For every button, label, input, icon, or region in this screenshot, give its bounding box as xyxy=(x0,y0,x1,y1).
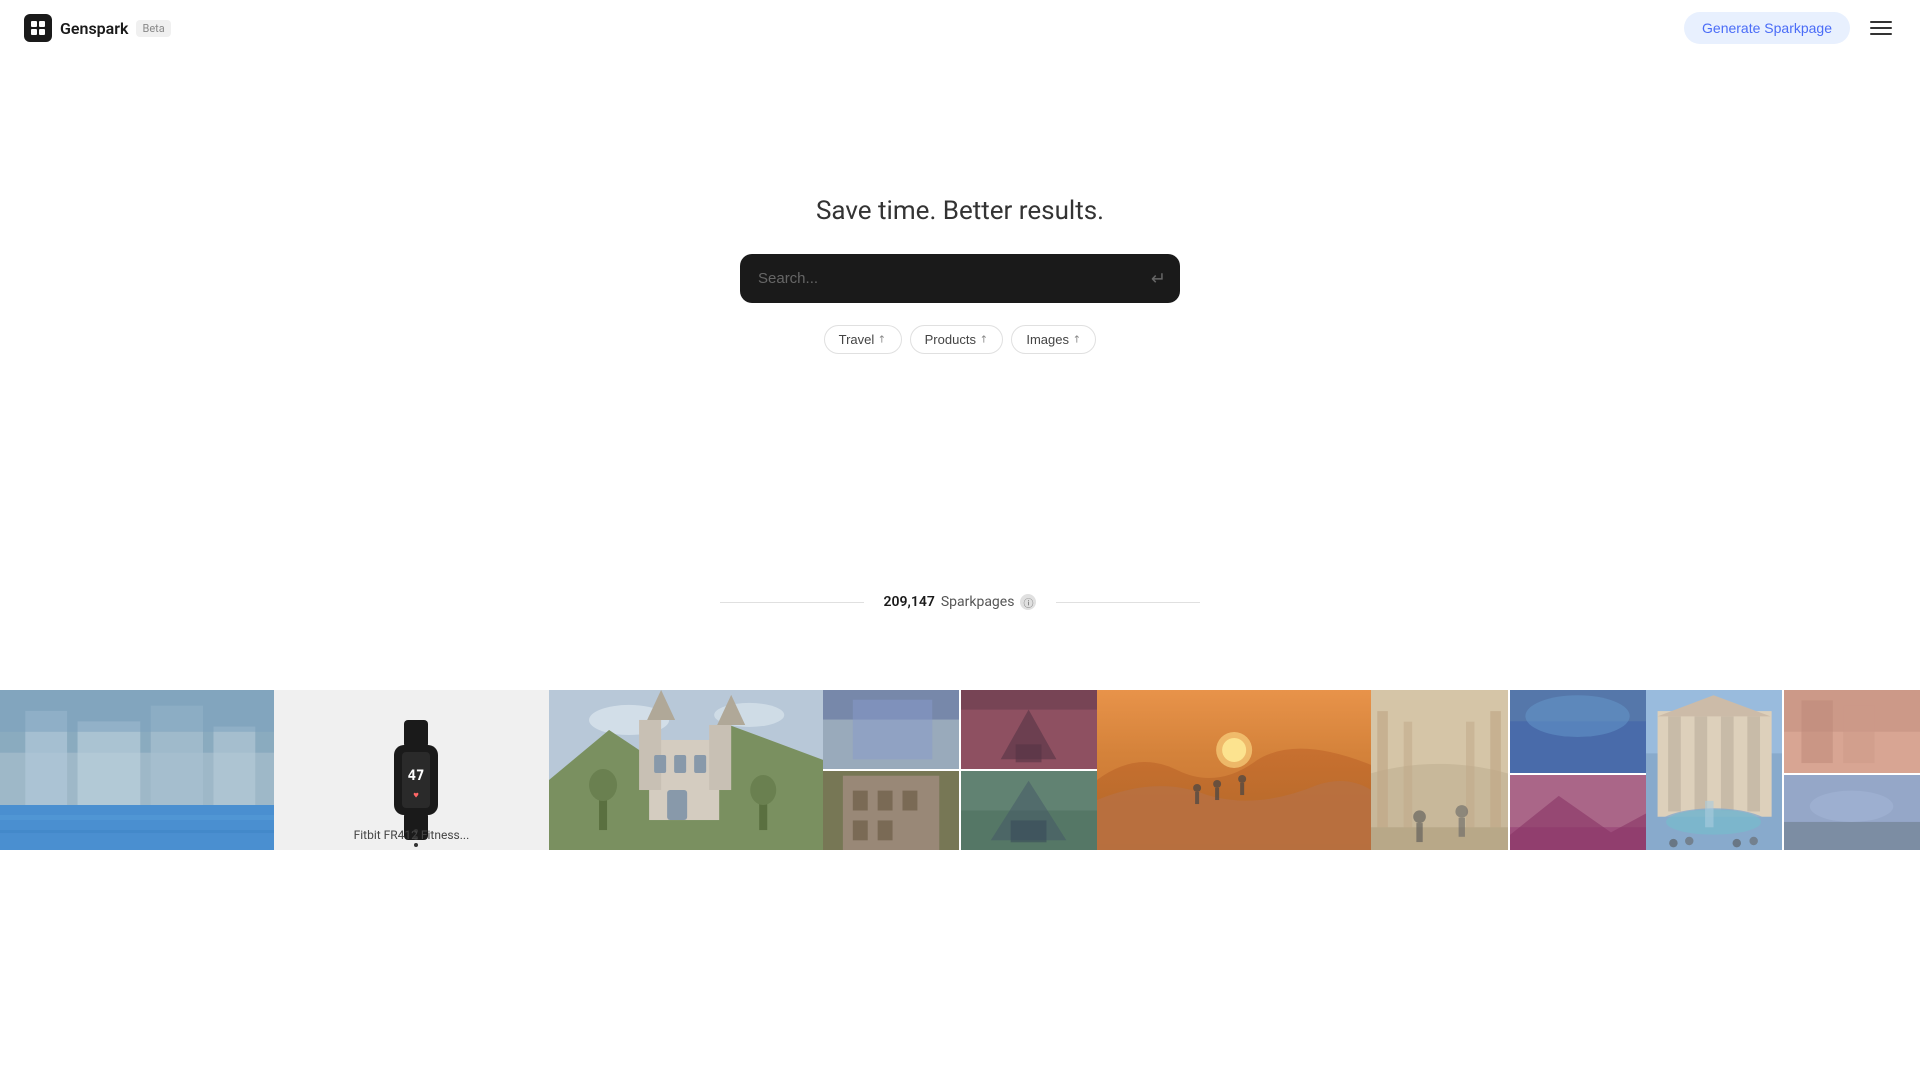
quick-tag-travel-label: Travel xyxy=(839,332,875,347)
quick-tag-images[interactable]: Images ↗ xyxy=(1011,325,1096,354)
menu-icon-line1 xyxy=(1870,21,1892,23)
menu-icon-line2 xyxy=(1870,27,1892,29)
sparkpages-count: 209,147 Sparkpages ⓘ xyxy=(884,594,1037,610)
quick-tags: Travel ↗ Products ↗ Images ↗ xyxy=(824,325,1097,354)
card-fountain[interactable] xyxy=(1646,690,1920,850)
card-city-image-top xyxy=(0,690,274,805)
card-collage[interactable] xyxy=(823,690,1097,850)
menu-button[interactable] xyxy=(1866,17,1896,39)
card-museum[interactable] xyxy=(1371,690,1645,850)
svg-text:47: 47 xyxy=(408,768,425,784)
menu-icon-line3 xyxy=(1870,33,1892,35)
card-collage-4 xyxy=(961,771,1097,850)
search-container: ↵ xyxy=(740,254,1180,303)
app-name: Genspark xyxy=(60,19,128,38)
quick-tag-products-label: Products xyxy=(925,332,976,347)
card-museum-sub2 xyxy=(1510,775,1646,850)
quick-tag-images-label: Images xyxy=(1026,332,1069,347)
products-arrow-icon: ↗ xyxy=(977,333,991,347)
generate-sparkpage-button[interactable]: Generate Sparkpage xyxy=(1684,12,1850,44)
quick-tag-travel[interactable]: Travel ↗ xyxy=(824,325,902,354)
cards-section: 47 ♥ Fitbit FR412 Fitness... xyxy=(0,670,1920,850)
card-fountain-sub1 xyxy=(1784,690,1920,773)
card-museum-sub1 xyxy=(1510,690,1646,773)
card-collage-3 xyxy=(823,771,959,850)
card-castle[interactable] xyxy=(549,690,823,850)
fitbit-image: 47 ♥ xyxy=(376,720,446,820)
search-input[interactable] xyxy=(740,254,1180,303)
card-museum-main xyxy=(1371,690,1507,850)
header-actions: Generate Sparkpage xyxy=(1684,12,1896,44)
card-fountain-main xyxy=(1646,690,1782,850)
card-city[interactable] xyxy=(0,690,274,850)
card-city-image-bottom xyxy=(0,805,274,850)
tagline: Save time. Better results. xyxy=(816,196,1104,226)
app-header: Genspark Beta Generate Sparkpage xyxy=(0,0,1920,56)
hero-section: Save time. Better results. ↵ Travel ↗ Pr… xyxy=(0,56,1920,670)
sparkpages-number: 209,147 xyxy=(884,594,935,610)
card-desert[interactable] xyxy=(1097,690,1371,850)
divider-right xyxy=(1056,602,1200,603)
logo-area: Genspark Beta xyxy=(24,14,171,42)
divider-left xyxy=(720,602,864,603)
card-collage-1 xyxy=(823,690,959,769)
svg-text:♥: ♥ xyxy=(414,791,419,800)
quick-tag-products[interactable]: Products ↗ xyxy=(910,325,1004,354)
sparkpages-info-icon[interactable]: ⓘ xyxy=(1020,594,1036,610)
travel-arrow-icon: ↗ xyxy=(876,333,890,347)
sparkpages-divider: 209,147 Sparkpages ⓘ xyxy=(720,594,1200,610)
card-fitbit-caption: Fitbit FR412 Fitness... xyxy=(274,828,548,842)
sparkpages-label: Sparkpages xyxy=(941,594,1015,610)
main-content: Save time. Better results. ↵ Travel ↗ Pr… xyxy=(0,0,1920,850)
images-arrow-icon: ↗ xyxy=(1070,333,1084,347)
beta-badge: Beta xyxy=(136,20,170,37)
card-fountain-sub2 xyxy=(1784,775,1920,850)
card-collage-2 xyxy=(961,690,1097,769)
logo-icon xyxy=(24,14,52,42)
card-fitbit[interactable]: 47 ♥ Fitbit FR412 Fitness... xyxy=(274,690,548,850)
